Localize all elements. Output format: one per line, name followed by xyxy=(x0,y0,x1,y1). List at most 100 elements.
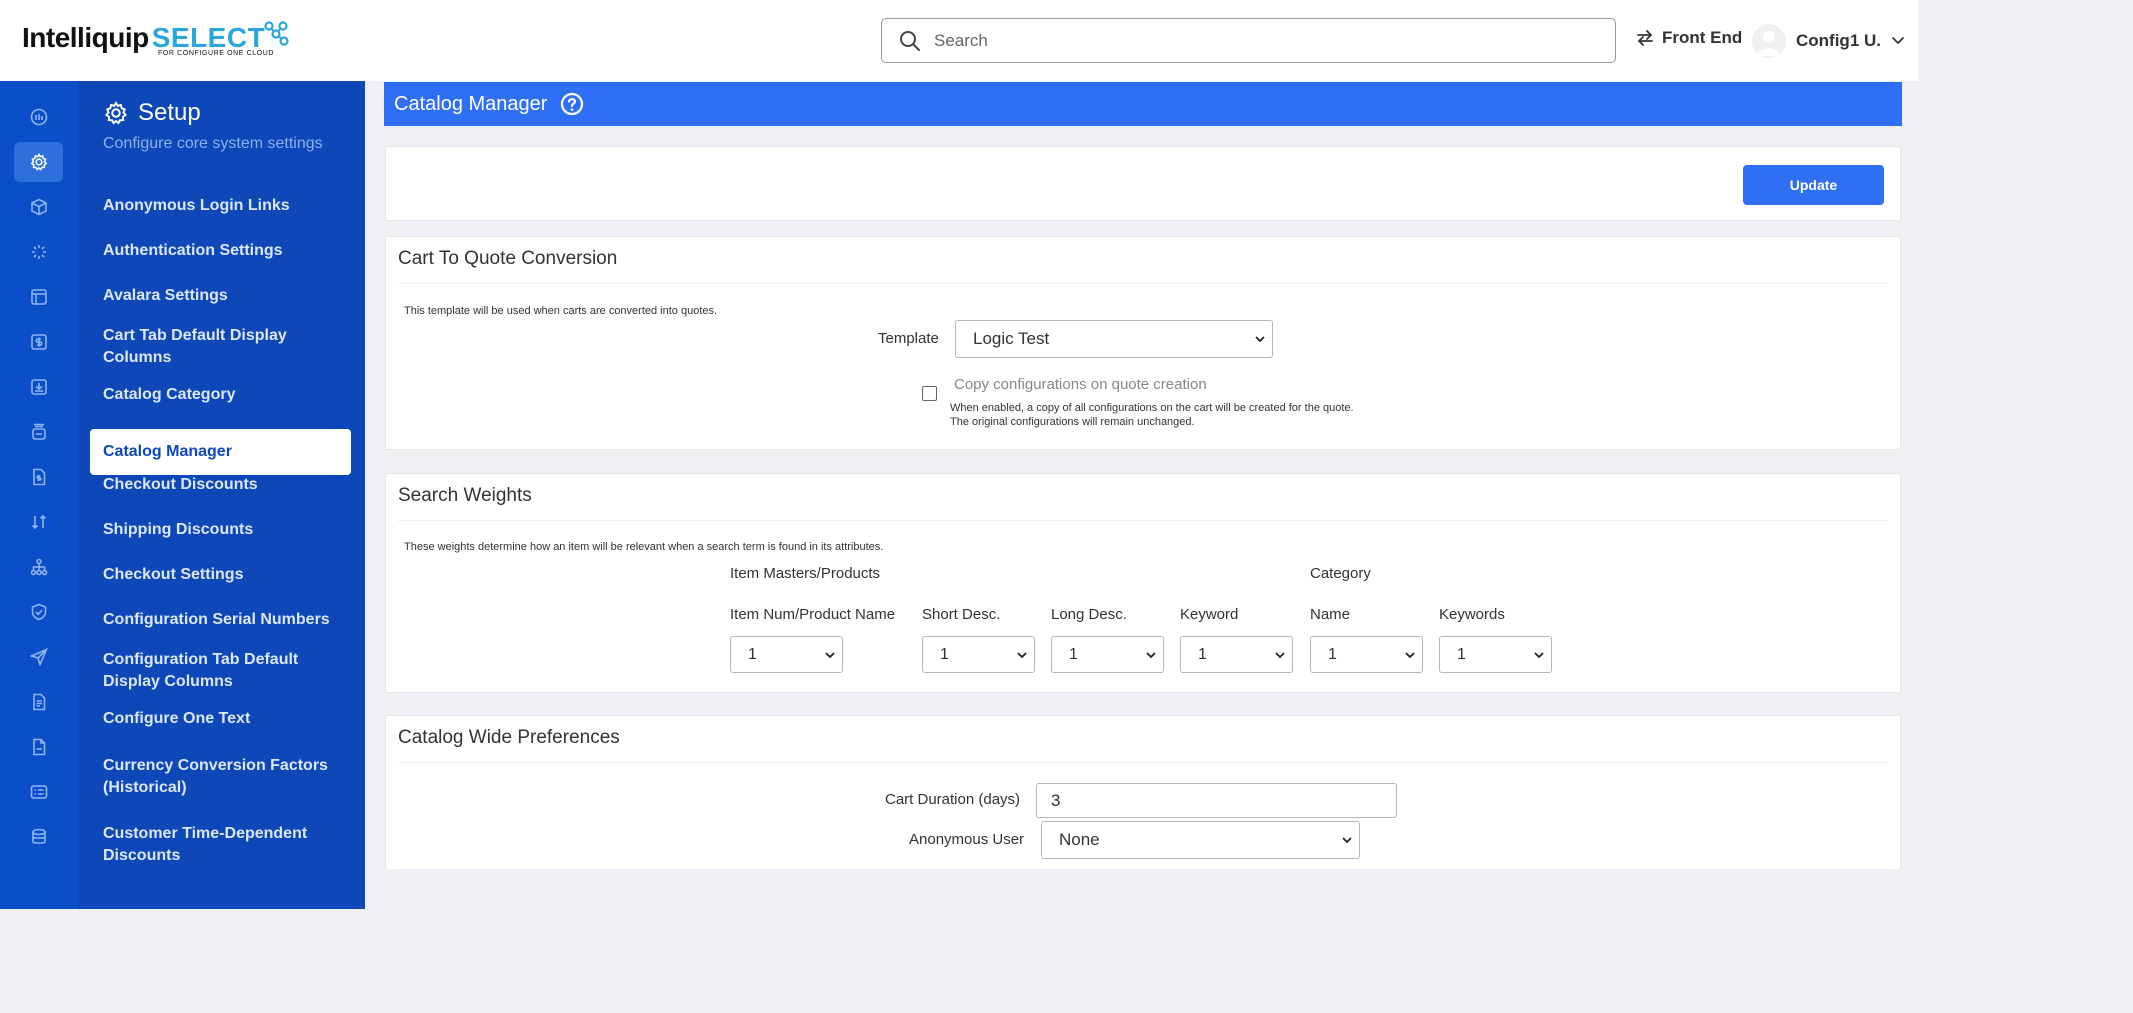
anonymous-user-value: None xyxy=(1059,830,1100,849)
user-avatar-icon xyxy=(1757,31,1781,56)
anonymous-user-label: Anonymous User xyxy=(909,831,1025,848)
weight-select-item-num[interactable]: 1 xyxy=(730,636,843,673)
rail-setup[interactable] xyxy=(14,142,63,182)
file-icon xyxy=(32,738,45,756)
rail-hierarchy[interactable] xyxy=(14,547,63,587)
rail-invoices[interactable] xyxy=(14,457,63,497)
user-menu[interactable]: Config1 U. xyxy=(1752,24,1905,58)
anonymous-user-select[interactable]: None xyxy=(1041,821,1360,859)
sidebar-item-checkout-settings[interactable]: Checkout Settings xyxy=(90,557,351,593)
chevron-down-icon xyxy=(1892,37,1904,45)
rail-pricing[interactable] xyxy=(14,322,63,362)
sidebar-item-shipping-discounts[interactable]: Shipping Discounts xyxy=(90,512,351,548)
category-group-label: Category xyxy=(1310,565,1371,582)
weight-select-category-keywords[interactable]: 1 xyxy=(1439,636,1552,673)
rail-import[interactable] xyxy=(14,367,63,407)
update-button[interactable]: Update xyxy=(1743,165,1884,205)
rail-layout[interactable] xyxy=(14,277,63,317)
rail-documents[interactable] xyxy=(14,682,63,722)
sidebar-item-configure-one-text[interactable]: Configure One Text xyxy=(90,701,351,737)
loader-icon xyxy=(31,245,46,259)
copy-configurations-checkbox[interactable] xyxy=(922,386,937,401)
weight-label-short-desc: Short Desc. xyxy=(922,606,1001,623)
chevron-down-icon xyxy=(1342,837,1352,844)
search-bar[interactable] xyxy=(881,18,1616,63)
weight-select-value: 1 xyxy=(940,645,949,663)
dashboard-icon xyxy=(30,108,47,126)
icon-rail xyxy=(0,81,78,909)
help-icon[interactable] xyxy=(560,92,584,116)
copy-help-line-1: When enabled, a copy of all configuratio… xyxy=(950,402,1354,414)
setup-sidebar: Setup Configure core system settings Ano… xyxy=(78,81,365,909)
cart-duration-value: 3 xyxy=(1051,790,1061,810)
weight-label-category-name: Name xyxy=(1310,606,1351,623)
sidebar-item-customer-time-dependent-discounts[interactable]: Customer Time-Dependent Discounts xyxy=(90,821,351,869)
divider xyxy=(398,520,1888,521)
rail-products[interactable] xyxy=(14,187,63,227)
rail-stack[interactable] xyxy=(14,412,63,452)
sidebar-item-anonymous-login-links[interactable]: Anonymous Login Links xyxy=(90,188,351,224)
logo[interactable]: Intelliquip SELECT FOR CONFIGURE ONE CLO… xyxy=(22,21,289,62)
chevron-down-icon xyxy=(1275,652,1285,659)
divider xyxy=(398,283,1888,284)
gear-icon xyxy=(30,153,47,171)
page-title: Catalog Manager xyxy=(394,92,548,115)
search-weights-note: These weights determine how an item will… xyxy=(404,541,884,553)
rail-transfers[interactable] xyxy=(14,502,63,542)
rail-lists[interactable] xyxy=(14,772,63,812)
sidebar-item-configuration-tab-default-display-columns[interactable]: Configuration Tab Default Display Column… xyxy=(90,647,351,695)
rail-loader[interactable] xyxy=(14,232,63,272)
rail-send[interactable] xyxy=(14,637,63,677)
setup-title: Setup xyxy=(138,99,201,126)
stack-icon xyxy=(31,423,46,440)
sidebar-item-authentication-settings[interactable]: Authentication Settings xyxy=(90,233,351,269)
template-select[interactable]: Logic Test xyxy=(955,320,1273,358)
cube-icon xyxy=(30,198,47,216)
weight-select-value: 1 xyxy=(1069,645,1078,663)
arrows-swap-icon xyxy=(31,514,46,530)
sidebar-item-configuration-serial-numbers[interactable]: Configuration Serial Numbers xyxy=(90,602,351,638)
front-end-label: Front End xyxy=(1662,28,1743,47)
rail-dashboard[interactable] xyxy=(14,97,63,137)
logo-main-text: Intelliquip xyxy=(22,22,149,53)
catalog-preferences-card: Catalog Wide Preferences Cart Duration (… xyxy=(385,715,1901,869)
list-icon xyxy=(30,785,47,799)
rail-database[interactable] xyxy=(14,817,63,857)
weight-select-value: 1 xyxy=(1328,645,1337,663)
search-input[interactable] xyxy=(934,30,1574,51)
rail-reports[interactable] xyxy=(14,727,63,767)
user-name: Config1 U. xyxy=(1796,31,1881,50)
catalog-preferences-title: Catalog Wide Preferences xyxy=(398,727,620,748)
rail-security[interactable] xyxy=(14,592,63,632)
top-header: Intelliquip SELECT FOR CONFIGURE ONE CLO… xyxy=(0,0,1918,81)
cart-duration-label: Cart Duration (days) xyxy=(885,791,1021,808)
weight-select-keyword[interactable]: 1 xyxy=(1180,636,1293,673)
hierarchy-icon xyxy=(30,558,47,576)
chevron-down-icon xyxy=(1534,652,1544,659)
template-select-value: Logic Test xyxy=(973,329,1050,348)
cart-to-quote-card: Cart To Quote Conversion This template w… xyxy=(385,236,1901,450)
cart-to-quote-title: Cart To Quote Conversion xyxy=(398,248,618,269)
file-dollar-icon xyxy=(32,468,45,486)
weight-select-category-name[interactable]: 1 xyxy=(1310,636,1423,673)
divider xyxy=(398,762,1888,763)
sidebar-item-cart-tab-default-display-columns[interactable]: Cart Tab Default Display Columns xyxy=(90,323,351,371)
chevron-down-icon xyxy=(1017,652,1027,659)
cart-duration-input[interactable]: 3 xyxy=(1036,783,1397,818)
sidebar-item-avalara-settings[interactable]: Avalara Settings xyxy=(90,278,351,314)
sidebar-item-checkout-discounts[interactable]: Checkout Discounts xyxy=(90,467,351,503)
weight-select-short-desc[interactable]: 1 xyxy=(922,636,1035,673)
weight-select-long-desc[interactable]: 1 xyxy=(1051,636,1164,673)
chevron-down-icon xyxy=(1146,652,1156,659)
weight-label-long-desc: Long Desc. xyxy=(1051,606,1127,623)
front-end-link[interactable]: Front End xyxy=(1636,28,1742,48)
search-weights-title: Search Weights xyxy=(398,485,532,506)
chevron-down-icon xyxy=(825,652,835,659)
sidebar-item-catalog-category[interactable]: Catalog Category xyxy=(90,377,351,413)
search-weights-card: Search Weights These weights determine h… xyxy=(385,473,1901,693)
copy-configurations-label: Copy configurations on quote creation xyxy=(954,376,1207,393)
template-label: Template xyxy=(878,330,939,347)
cart-to-quote-note: This template will be used when carts ar… xyxy=(404,305,718,317)
sidebar-item-currency-conversion-factors[interactable]: Currency Conversion Factors (Historical) xyxy=(90,753,351,801)
weight-select-value: 1 xyxy=(1457,645,1466,663)
